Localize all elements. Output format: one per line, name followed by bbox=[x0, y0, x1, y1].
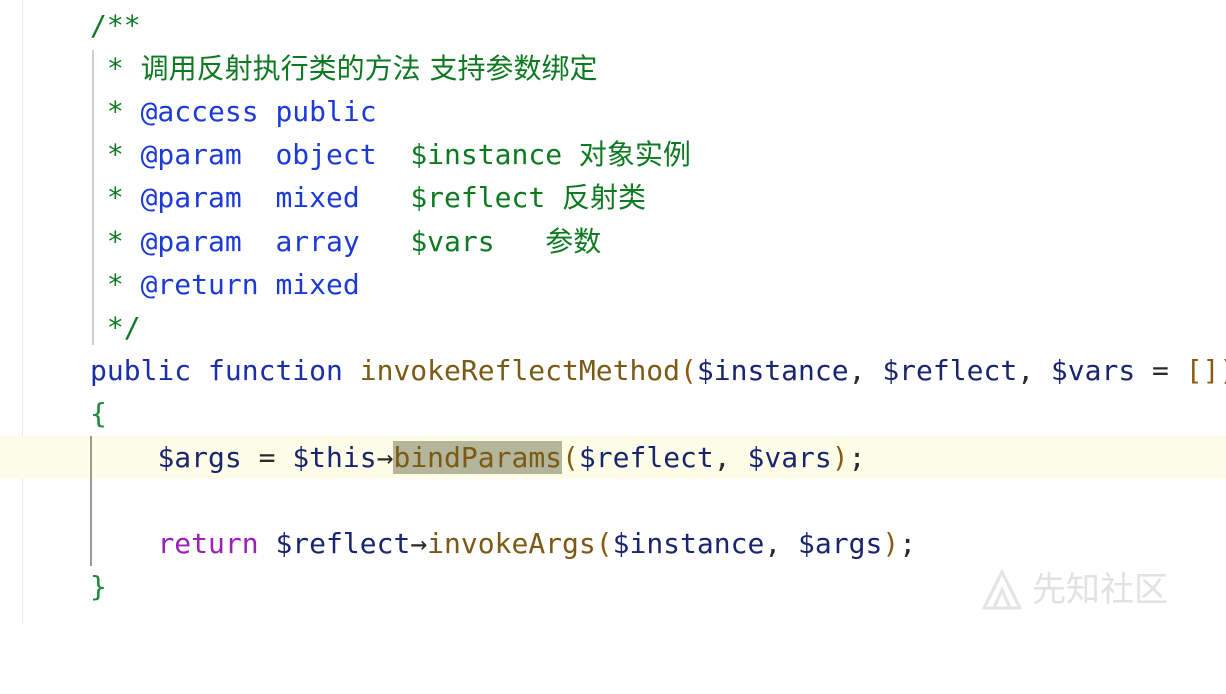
code-line bbox=[0, 479, 1226, 522]
semicolon: ; bbox=[899, 527, 916, 560]
code-line: /** bbox=[0, 4, 1226, 47]
code-line: * @param mixed $reflect 反射类 bbox=[0, 176, 1226, 219]
doc-return-type: mixed bbox=[275, 268, 359, 301]
doc-tag-param: @param bbox=[141, 225, 242, 258]
doc-param-name: $instance bbox=[410, 138, 562, 171]
code-line: { bbox=[0, 392, 1226, 435]
var-reflect: $reflect bbox=[275, 527, 410, 560]
watermark-text: 先知社区 bbox=[1032, 560, 1168, 620]
space bbox=[259, 527, 276, 560]
code-line: * @param object $instance 对象实例 bbox=[0, 133, 1226, 176]
doc-access-value: public bbox=[275, 95, 376, 128]
var-args: $args bbox=[157, 441, 241, 474]
space bbox=[242, 181, 276, 214]
assign: = bbox=[1135, 354, 1186, 387]
code-line: * @param array $vars 参数 bbox=[0, 220, 1226, 263]
keyword-return: return bbox=[157, 527, 258, 560]
doc-param-type: object bbox=[275, 138, 376, 171]
keyword-public: public bbox=[90, 354, 191, 387]
space bbox=[562, 138, 579, 171]
brace-open: { bbox=[90, 397, 107, 430]
arg-instance: $instance bbox=[613, 527, 765, 560]
space bbox=[343, 354, 360, 387]
paren-close: ) bbox=[1220, 354, 1226, 387]
param-vars: $vars bbox=[1051, 354, 1135, 387]
param-instance: $instance bbox=[697, 354, 849, 387]
method-bindParams[interactable]: bindParams bbox=[393, 441, 562, 474]
indent bbox=[90, 441, 157, 474]
param-reflect: $reflect bbox=[882, 354, 1017, 387]
space bbox=[242, 225, 276, 258]
code-line: */ bbox=[0, 306, 1226, 349]
method-invokeArgs: invokeArgs bbox=[427, 527, 596, 560]
doc-description: 调用反射执行类的方法 支持参数绑定 bbox=[141, 52, 598, 85]
watermark: 先知社区 bbox=[980, 560, 1220, 620]
space bbox=[259, 268, 276, 301]
doc-tag-return: @return bbox=[141, 268, 259, 301]
space bbox=[191, 354, 208, 387]
doc-tag-param: @param bbox=[141, 181, 242, 214]
doc-star: * bbox=[90, 225, 141, 258]
arrow-operator: → bbox=[377, 441, 394, 474]
var-this: $this bbox=[292, 441, 376, 474]
doc-star: * bbox=[90, 95, 141, 128]
space bbox=[545, 181, 562, 214]
doc-param-desc: 参数 bbox=[545, 225, 601, 258]
code-line: * @return mixed bbox=[0, 263, 1226, 306]
paren-open: ( bbox=[596, 527, 613, 560]
current-line: $args = $this→bindParams($reflect, $vars… bbox=[0, 436, 1226, 479]
doc-param-name: $vars bbox=[410, 225, 494, 258]
arrow-operator: → bbox=[410, 527, 427, 560]
doc-star: * bbox=[90, 138, 141, 171]
doc-param-type: array bbox=[275, 225, 359, 258]
comma: , bbox=[714, 441, 748, 474]
code-line: return $reflect→invokeArgs($instance, $a… bbox=[0, 522, 1226, 565]
arg-vars: $vars bbox=[747, 441, 831, 474]
doc-param-desc: 对象实例 bbox=[579, 138, 691, 171]
code-editor[interactable]: /** * 调用反射执行类的方法 支持参数绑定 * @access public… bbox=[0, 0, 1226, 624]
comma: , bbox=[764, 527, 798, 560]
space bbox=[259, 95, 276, 128]
doc-star: * bbox=[90, 181, 141, 214]
doc-param-type: mixed bbox=[275, 181, 359, 214]
indent bbox=[90, 527, 157, 560]
space bbox=[377, 138, 411, 171]
doc-star: * bbox=[90, 52, 141, 85]
arg-args: $args bbox=[798, 527, 882, 560]
code-line: public function invokeReflectMethod($ins… bbox=[0, 349, 1226, 392]
doc-param-desc: 反射类 bbox=[562, 181, 646, 214]
comma: , bbox=[1017, 354, 1051, 387]
space bbox=[360, 181, 411, 214]
paren-open: ( bbox=[680, 354, 697, 387]
empty-array: [] bbox=[1186, 354, 1220, 387]
brace-close: } bbox=[90, 570, 107, 603]
space bbox=[495, 225, 546, 258]
doc-star: * bbox=[90, 268, 141, 301]
arg-reflect: $reflect bbox=[579, 441, 714, 474]
comma: , bbox=[849, 354, 883, 387]
doc-tag-access: @access bbox=[141, 95, 259, 128]
space bbox=[360, 225, 411, 258]
doc-param-name: $reflect bbox=[410, 181, 545, 214]
doc-comment-open: /** bbox=[90, 9, 141, 42]
assign: = bbox=[242, 441, 293, 474]
paren-open: ( bbox=[562, 441, 579, 474]
code-line: * @access public bbox=[0, 90, 1226, 133]
semicolon: ; bbox=[849, 441, 866, 474]
space bbox=[242, 138, 276, 171]
doc-tag-param: @param bbox=[141, 138, 242, 171]
paren-close: ) bbox=[832, 441, 849, 474]
function-name: invokeReflectMethod bbox=[360, 354, 680, 387]
keyword-function: function bbox=[208, 354, 343, 387]
xianzhi-logo-icon bbox=[980, 568, 1024, 612]
code-line: * 调用反射执行类的方法 支持参数绑定 bbox=[0, 47, 1226, 90]
paren-close: ) bbox=[882, 527, 899, 560]
doc-comment-close: */ bbox=[90, 311, 141, 344]
